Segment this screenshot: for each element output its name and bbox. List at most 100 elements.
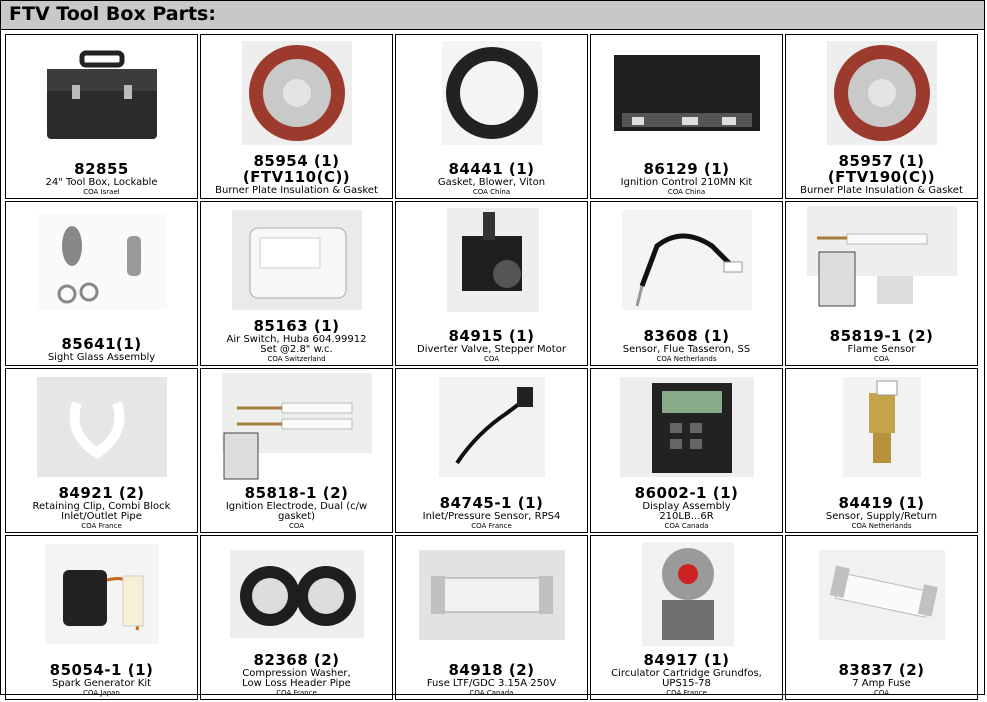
part-description: Ignition Electrode, Dual (c/w gasket) [225, 500, 368, 523]
part-cell: 85819-1 (2) Flame Sensor COA [785, 201, 978, 366]
part-number: 84918 (2) [448, 661, 535, 680]
toolbox-icon [27, 39, 177, 147]
control-board-icon [612, 39, 762, 147]
country-of-origin: COA China [667, 187, 706, 196]
part-cell: 84915 (1) Diverter Valve, Stepper Motor CO… [395, 201, 588, 366]
part-number: 84745-1 (1) [439, 494, 544, 513]
part-caption: 85163 (1) Air Switch, Huba 604.99912 Set … [201, 316, 392, 363]
display-icon [612, 373, 762, 481]
part-number: 84921 (2) [58, 483, 145, 502]
part-cell: 82855 24" Tool Box, Lockable COA Israel [5, 34, 198, 199]
part-cell: 84918 (2) Fuse LTF/GDC 3.15A 250V COA Cana… [395, 535, 588, 700]
clip-icon [27, 373, 177, 481]
part-description: Display Assembly 210LB...6R [642, 500, 731, 523]
spark-generator-icon [27, 540, 177, 648]
flame-sensor-icon [806, 206, 957, 314]
part-cell: 85054-1 (1) Spark Generator Kit COA Japan [5, 535, 198, 700]
part-number: 85957 (1) (FTV190(C)) [827, 152, 936, 186]
fuse-icon [417, 540, 567, 648]
part-cell: 85957 (1) (FTV190(C)) Burner Plate Insula… [785, 34, 978, 199]
country-of-origin: COA Canada [664, 521, 709, 530]
part-cell: 86129 (1) Ignition Control 210MN Kit COA C… [590, 34, 783, 199]
part-description: Air Switch, Huba 604.99912 Set @2.8" w.c… [226, 333, 367, 356]
part-description: Circulator Cartridge Grundfos, UPS15-78 [611, 667, 762, 690]
part-caption: 85954 (1) (FTV110(C)) Burner Plate Insula… [201, 152, 392, 196]
part-caption: 82368 (2) Compression Washer, Low Loss He… [201, 650, 392, 697]
parts-sheet: FTV Tool Box Parts: 82855 24" Tool Box, L… [0, 0, 985, 700]
part-caption: 84441 (1) Gasket, Blower, Viton COA China [396, 162, 587, 196]
parts-row: 85641(1) Sight Glass Assembly 85163 (1) Air… [5, 201, 978, 366]
gasket-icon [417, 39, 567, 147]
part-number: 85163 (1) [253, 316, 340, 335]
part-caption: 82855 24" Tool Box, Lockable COA Israel [6, 162, 197, 196]
part-cell: 84441 (1) Gasket, Blower, Viton COA China [395, 34, 588, 199]
burner-plate-icon [222, 39, 372, 147]
part-cell: 86002-1 (1) Display Assembly 210LB...6R CO… [590, 368, 783, 533]
sight-glass-icon [27, 206, 177, 314]
part-number: 83608 (1) [643, 327, 730, 346]
part-caption: 84915 (1) Diverter Valve, Stepper Motor CO… [396, 329, 587, 363]
parts-row: 85054-1 (1) Spark Generator Kit COA Japan 8… [5, 535, 978, 700]
part-description: Retaining Clip, Combi Block Inlet/Outlet… [32, 500, 171, 523]
country-of-origin: COA Israel [83, 187, 120, 196]
country-of-origin: COA France [471, 521, 512, 530]
country-of-origin: COA China [472, 187, 511, 196]
country-of-origin: COA [873, 688, 890, 697]
stepper-motor-icon [417, 206, 567, 314]
part-cell: 82368 (2) Compression Washer, Low Loss He… [200, 535, 393, 700]
country-of-origin: COA France [666, 688, 707, 697]
country-of-origin: COA [288, 521, 305, 530]
title-bar: FTV Tool Box Parts: [1, 1, 984, 30]
burner-plate-icon [807, 39, 957, 147]
part-number: 85641(1) [61, 334, 142, 353]
country-of-origin: COA Netherlands [656, 354, 717, 363]
part-number: 82368 (2) [253, 650, 340, 669]
part-cell: 84419 (1) Sensor, Supply/Return COA Nether… [785, 368, 978, 533]
parts-grid: 82855 24" Tool Box, Lockable COA Israel 859… [3, 32, 980, 702]
part-caption: 84918 (2) Fuse LTF/GDC 3.15A 250V COA Cana… [396, 663, 587, 697]
part-caption: 84921 (2) Retaining Clip, Combi Block Inl… [6, 483, 197, 530]
part-caption: 83837 (2) 7 Amp Fuse COA [786, 663, 977, 697]
page-title: FTV Tool Box Parts: [9, 3, 216, 25]
part-number: 84441 (1) [448, 160, 535, 179]
country-of-origin: COA Canada [469, 688, 514, 697]
part-caption: 85819-1 (2) Flame Sensor COA [786, 329, 977, 363]
part-number: 85054-1 (1) [49, 661, 154, 680]
part-cell: 83608 (1) Sensor, Flue Tasseron, SS COA Ne… [590, 201, 783, 366]
supply-sensor-icon [807, 373, 957, 481]
part-caption: 86002-1 (1) Display Assembly 210LB...6R CO… [591, 485, 782, 530]
part-number: 86129 (1) [643, 160, 730, 179]
part-caption: 84917 (1) Circulator Cartridge Grundfos, … [591, 650, 782, 697]
part-cell: 85163 (1) Air Switch, Huba 604.99912 Set … [200, 201, 393, 366]
part-caption: 85641(1) Sight Glass Assembly [6, 334, 197, 363]
part-number: 85819-1 (2) [829, 327, 934, 346]
pump-cartridge-icon [612, 540, 762, 648]
country-of-origin: COA France [276, 688, 317, 697]
part-caption: 85818-1 (2) Ignition Electrode, Dual (c/w… [201, 483, 392, 530]
washer-icon [222, 540, 372, 648]
part-number: 82855 [74, 160, 129, 179]
part-number: 85954 (1) (FTV110(C)) [242, 152, 351, 186]
part-number: 84917 (1) [643, 650, 730, 669]
part-cell: 85641(1) Sight Glass Assembly [5, 201, 198, 366]
part-caption: 86129 (1) Ignition Control 210MN Kit COA C… [591, 162, 782, 196]
part-number: 84419 (1) [838, 494, 925, 513]
electrode-icon [221, 373, 372, 481]
part-cell: 84917 (1) Circulator Cartridge Grundfos, … [590, 535, 783, 700]
country-of-origin: COA Switzerland [267, 354, 326, 363]
part-cell: 85954 (1) (FTV110(C)) Burner Plate Insula… [200, 34, 393, 199]
part-description: Burner Plate Insulation & Gasket [215, 184, 378, 196]
part-cell: 84745-1 (1) Inlet/Pressure Sensor, RPS4 CO… [395, 368, 588, 533]
part-cell: 85818-1 (2) Ignition Electrode, Dual (c/w… [200, 368, 393, 533]
part-caption: 85957 (1) (FTV190(C)) Burner Plate Insula… [786, 152, 977, 196]
country-of-origin: COA [873, 354, 890, 363]
part-caption: 85054-1 (1) Spark Generator Kit COA Japan [6, 663, 197, 697]
glass-fuse-icon [807, 540, 957, 648]
pressure-sensor-icon [417, 373, 567, 481]
part-number: 85818-1 (2) [244, 483, 349, 502]
part-caption: 84745-1 (1) Inlet/Pressure Sensor, RPS4 CO… [396, 496, 587, 530]
country-of-origin: COA Netherlands [851, 521, 912, 530]
part-caption: 83608 (1) Sensor, Flue Tasseron, SS COA Ne… [591, 329, 782, 363]
part-number: 83837 (2) [838, 661, 925, 680]
country-of-origin: COA France [81, 521, 122, 530]
